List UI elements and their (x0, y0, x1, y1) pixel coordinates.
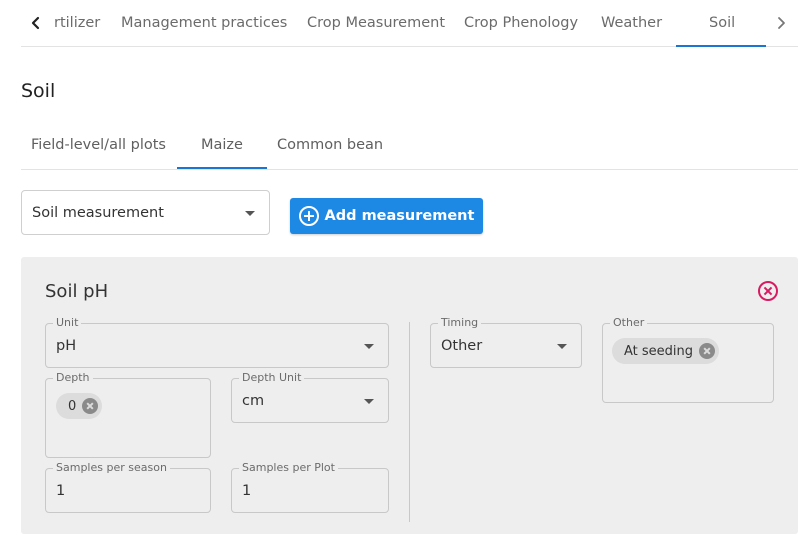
depth-unit-value: cm (242, 393, 265, 409)
depth-chip: 0 (56, 393, 103, 419)
other-label: Other (610, 317, 648, 329)
timing-value: Other (441, 338, 483, 354)
tab-weather[interactable]: Weather (601, 0, 662, 46)
soil-measurement-select[interactable]: Soil measurement (21, 190, 270, 235)
measurement-card: Soil pH Unit pH Depth 0 Depth Unit cm Sa… (21, 257, 798, 534)
crop-tab-bar: Field-level/all plots Maize Common bean (21, 125, 798, 170)
samples-per-plot-value: 1 (242, 483, 252, 499)
samples-per-plot-label: Samples per Plot (239, 462, 338, 474)
tab-common-bean[interactable]: Common bean (277, 125, 383, 169)
tab-maize[interactable]: Maize (201, 125, 243, 169)
add-circle-icon (298, 206, 319, 226)
remove-chip-icon[interactable] (699, 343, 716, 359)
select-value: Soil measurement (32, 205, 164, 221)
add-measurement-label: Add measurement (324, 208, 475, 224)
tab-field-level[interactable]: Field-level/all plots (31, 125, 166, 169)
remove-chip-icon[interactable] (82, 398, 99, 414)
samples-per-season-input[interactable]: Samples per season 1 (45, 462, 211, 513)
unit-select[interactable]: Unit pH (45, 317, 389, 368)
unit-label: Unit (53, 317, 82, 329)
active-tab-indicator (676, 45, 766, 47)
remove-measurement-icon[interactable] (758, 281, 778, 301)
tab-crop-measurement[interactable]: Crop Measurement (307, 0, 445, 46)
timing-label: Timing (438, 317, 482, 329)
tab-management-practices[interactable]: Management practices (121, 0, 287, 46)
depth-field[interactable]: Depth 0 (45, 372, 211, 458)
depth-chip-label: 0 (68, 398, 77, 414)
samples-per-season-value: 1 (56, 483, 66, 499)
caret-down-icon (245, 211, 255, 216)
other-field[interactable]: Other At seeding (602, 317, 774, 403)
top-tab-bar: rtilizer Management practices Crop Measu… (21, 0, 798, 47)
crop-tab-indicator (177, 167, 267, 169)
other-chip-label: At seeding (624, 343, 694, 359)
unit-value: pH (56, 338, 77, 354)
add-measurement-button[interactable]: Add measurement (290, 198, 483, 234)
timing-select[interactable]: Timing Other (430, 317, 582, 368)
card-title: Soil pH (45, 281, 109, 302)
caret-down-icon (364, 399, 374, 404)
tab-soil[interactable]: Soil (709, 0, 735, 46)
tab-crop-phenology[interactable]: Crop Phenology (464, 0, 578, 46)
depth-unit-select[interactable]: Depth Unit cm (231, 372, 389, 423)
depth-label: Depth (53, 372, 93, 384)
samples-per-season-label: Samples per season (53, 462, 170, 474)
depth-unit-label: Depth Unit (239, 372, 305, 384)
chevron-left-icon (31, 16, 40, 30)
caret-down-icon (364, 344, 374, 349)
other-chip: At seeding (612, 338, 720, 364)
chevron-right-icon (778, 17, 785, 29)
caret-down-icon (557, 344, 567, 349)
scroll-left-button[interactable] (21, 0, 51, 46)
page-title: Soil (21, 80, 56, 102)
vertical-divider (409, 322, 410, 522)
scroll-right-button[interactable] (766, 0, 796, 46)
samples-per-plot-input[interactable]: Samples per Plot 1 (231, 462, 389, 513)
tab-fertilizer[interactable]: rtilizer (54, 0, 100, 46)
